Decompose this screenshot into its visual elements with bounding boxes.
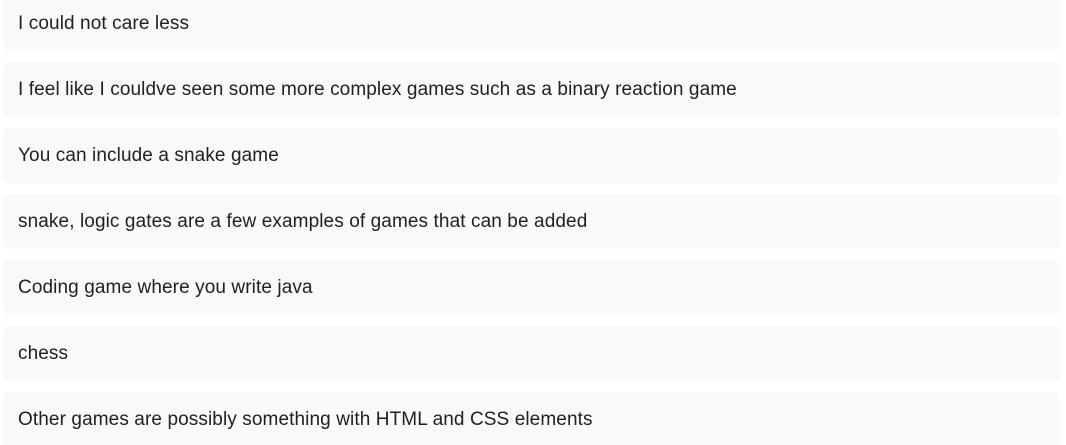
response-item: snake, logic gates are a few examples of…	[3, 194, 1060, 249]
response-list: I could not care less I feel like I coul…	[0, 0, 1066, 445]
response-item: You can include a snake game	[3, 128, 1060, 183]
response-item: Other games are possibly something with …	[3, 392, 1060, 445]
response-item: Coding game where you write java	[3, 260, 1060, 315]
response-text: You can include a snake game	[18, 144, 279, 166]
response-text: Other games are possibly something with …	[18, 408, 593, 430]
response-text: I could not care less	[18, 12, 190, 34]
response-item: I could not care less	[3, 0, 1060, 51]
response-text: Coding game where you write java	[18, 276, 313, 298]
response-item: chess	[3, 326, 1060, 381]
response-item: I feel like I couldve seen some more com…	[3, 62, 1060, 117]
response-text: I feel like I couldve seen some more com…	[18, 78, 737, 100]
response-text: chess	[18, 342, 69, 364]
response-text: snake, logic gates are a few examples of…	[18, 210, 588, 232]
